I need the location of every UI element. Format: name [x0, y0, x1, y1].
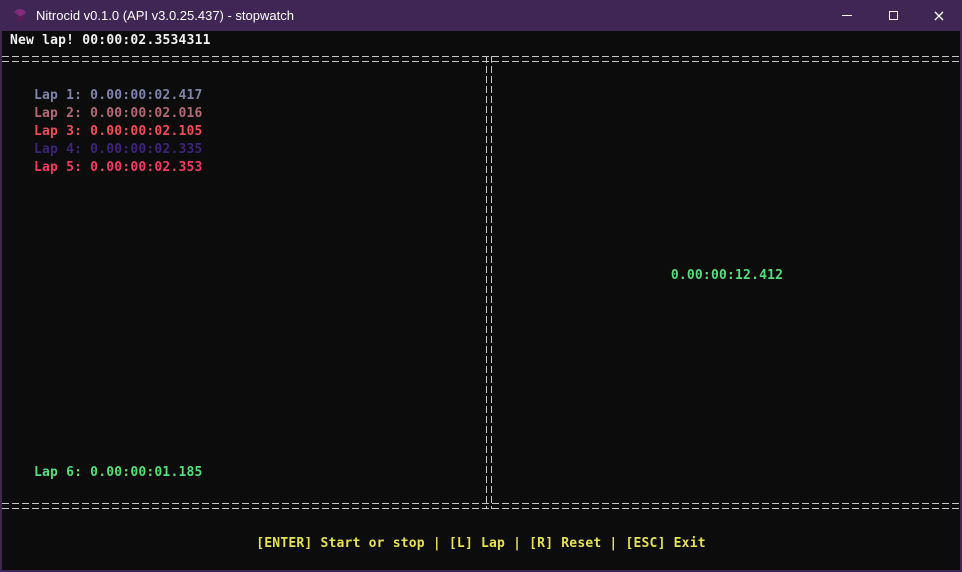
maximize-button[interactable] — [870, 0, 916, 31]
lap-row: Lap 3: 0.00:00:02.105 — [34, 123, 203, 141]
lap-row: Lap 5: 0.00:00:02.353 — [34, 159, 203, 177]
terminal-window: Nitrocid v0.1.0 (API v3.0.25.437) - stop… — [0, 0, 962, 572]
window-title: Nitrocid v0.1.0 (API v3.0.25.437) - stop… — [36, 8, 294, 23]
lap-row: Lap 4: 0.00:00:02.335 — [34, 141, 203, 159]
lap-row: Lap 1: 0.00:00:02.417 — [34, 87, 203, 105]
elapsed-time: 0.00:00:12.412 — [492, 268, 962, 283]
status-message: New lap! 00:00:02.3534311 — [10, 33, 211, 48]
window-controls: × — [824, 0, 962, 31]
close-button[interactable]: × — [916, 0, 962, 31]
panel-top-border — [2, 56, 962, 62]
current-lap: Lap 6: 0.00:00:01.185 — [34, 465, 203, 480]
panel-bottom-border — [2, 503, 962, 509]
close-icon: × — [932, 8, 945, 24]
nitrocid-logo-icon — [12, 8, 28, 24]
keybar-hints: [ENTER] Start or stop | [L] Lap | [R] Re… — [2, 536, 960, 551]
maximize-icon — [889, 11, 898, 20]
minimize-button[interactable] — [824, 0, 870, 31]
lap-row: Lap 2: 0.00:00:02.016 — [34, 105, 203, 123]
lap-list: Lap 1: 0.00:00:02.417Lap 2: 0.00:00:02.0… — [34, 87, 203, 177]
titlebar[interactable]: Nitrocid v0.1.0 (API v3.0.25.437) - stop… — [0, 0, 962, 31]
minimize-icon — [842, 15, 852, 16]
